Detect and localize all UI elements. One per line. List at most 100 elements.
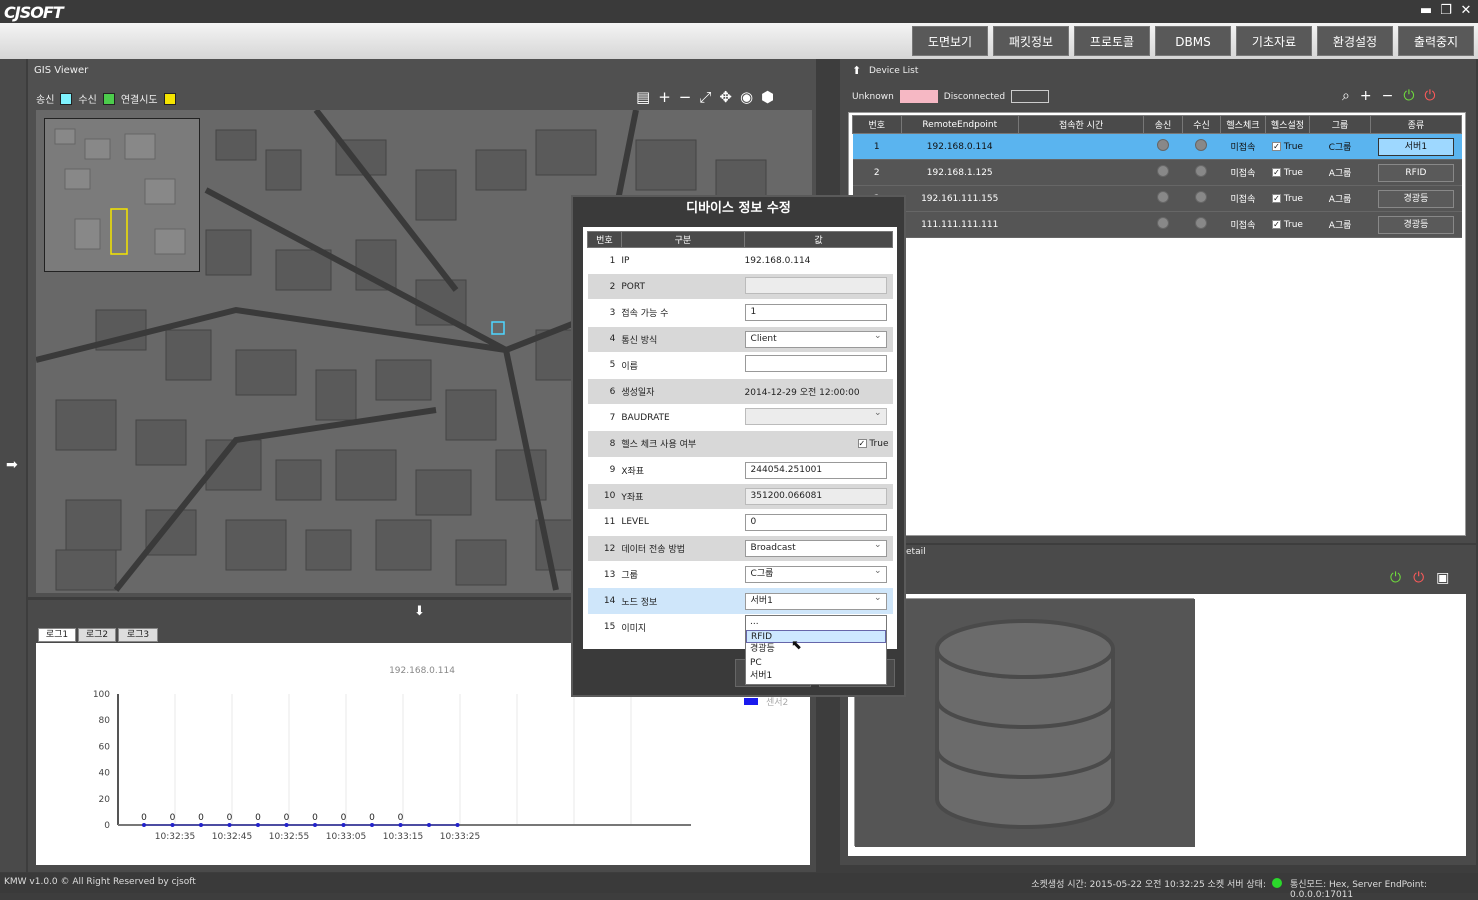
menu-button-drawing[interactable]: 도면보기: [912, 26, 988, 56]
property-input[interactable]: 0: [744, 513, 887, 531]
minimize-button[interactable]: ▬: [1417, 2, 1435, 20]
y-tick-label: 20: [99, 795, 111, 805]
col-healthcheck[interactable]: 헬스체크: [1220, 115, 1266, 134]
tab-log2[interactable]: 로그2: [78, 628, 116, 642]
detail-power-off-icon[interactable]: ⏻: [1413, 570, 1424, 586]
legend-send-label: 송신: [36, 95, 55, 106]
layers-icon[interactable]: ▤: [636, 88, 650, 106]
server-status-indicator: [1272, 878, 1282, 888]
device-row[interactable]: 4111.111.111.111미접속✓ TrueA그룹경광등: [852, 211, 1462, 238]
y-tick-label: 0: [104, 821, 110, 831]
add-device-icon[interactable]: +: [1360, 88, 1372, 104]
panel-down-arrow-icon[interactable]: ⬇: [414, 604, 425, 619]
tab-log1[interactable]: 로그1: [38, 628, 76, 642]
menu-button-basedata[interactable]: 기초자료: [1236, 26, 1312, 56]
legend-connecting-label: 연결시도: [120, 95, 158, 106]
device-group: A그룹: [1309, 159, 1371, 186]
fit-extent-icon[interactable]: ⤢: [699, 88, 711, 106]
receive-status-dot: [1195, 191, 1208, 203]
menu-button-settings[interactable]: 환경설정: [1317, 26, 1393, 56]
send-status-dot: [1157, 139, 1170, 151]
property-input[interactable]: 244054.251001: [744, 461, 887, 479]
menu-button-dbms[interactable]: DBMS: [1155, 26, 1231, 56]
search-icon[interactable]: ⌕: [1342, 88, 1350, 104]
health-checkbox[interactable]: ✓: [1271, 141, 1281, 151]
property-dropdown[interactable]: C그룹: [744, 564, 887, 584]
kind-cell: 경광등: [1370, 211, 1462, 238]
power-off-icon[interactable]: ⏻: [1424, 88, 1435, 104]
receive-cell: [1182, 133, 1221, 160]
health-checkbox[interactable]: ✓: [1271, 193, 1281, 203]
detail-title: etail: [906, 547, 926, 557]
menu-button-protocol[interactable]: 프로토콜: [1074, 26, 1150, 56]
property-name: Y좌표: [621, 483, 745, 510]
device-row[interactable]: 1 192.168.0.114 미접속 ✓ True C그룹 서버1: [852, 133, 1462, 160]
expand-arrow-icon[interactable]: ➡: [6, 457, 18, 473]
close-button[interactable]: ✕: [1457, 2, 1475, 20]
dialog-body: 번호 구분 값 1 IP 192.168.0.114 2 PORT 3 접속 가능 수14통…: [583, 227, 897, 649]
zoom-in-icon[interactable]: +: [658, 88, 671, 106]
dropdown-option[interactable]: ...: [746, 616, 886, 630]
col-kind[interactable]: 종류: [1369, 115, 1463, 134]
col-endpoint[interactable]: RemoteEndpoint: [900, 115, 1019, 134]
device-row[interactable]: 2 192.168.1.125 미접속 ✓ True A그룹 RFID: [852, 159, 1462, 186]
gis-title: GIS Viewer: [34, 65, 89, 76]
legend-receive-swatch: [102, 92, 115, 105]
healthcheck-enable-checkbox[interactable]: ✓: [857, 438, 867, 448]
device-row[interactable]: 3192.161.111.155미접속✓ TrueA그룹경광등: [852, 185, 1462, 212]
col-send[interactable]: 송신: [1143, 115, 1183, 134]
property-dropdown[interactable]: 서버1: [744, 591, 887, 610]
dropdown-option[interactable]: PC: [746, 657, 886, 671]
property-input[interactable]: [744, 355, 887, 373]
dropdown-option[interactable]: RFID: [746, 629, 886, 643]
save-icon[interactable]: ▣: [1436, 570, 1449, 586]
health-checkbox[interactable]: ✓: [1271, 219, 1281, 229]
device-list-up-icon[interactable]: ⬆: [852, 64, 861, 77]
device-kind-button[interactable]: 서버1: [1377, 137, 1454, 156]
power-on-icon[interactable]: ⏻: [1403, 88, 1414, 104]
health-setting-value: True: [1283, 167, 1303, 178]
gis-legend: 송신 수신 연결시도: [36, 91, 176, 106]
property-value-cell: C그룹: [744, 561, 893, 589]
property-value: 192.168.0.114: [744, 255, 811, 266]
overview-minimap[interactable]: [44, 118, 200, 272]
remove-device-icon[interactable]: −: [1382, 88, 1394, 104]
menu-button-packet[interactable]: 패킷정보: [993, 26, 1069, 56]
health-checkbox[interactable]: ✓: [1271, 167, 1281, 177]
property-dropdown[interactable]: Broadcast: [744, 538, 887, 558]
maximize-button[interactable]: ❐: [1437, 2, 1455, 20]
data-label: 0: [341, 813, 347, 823]
col-time[interactable]: 접속한 시간: [1017, 115, 1145, 134]
device-kind-button[interactable]: RFID: [1377, 163, 1454, 182]
tab-log3[interactable]: 로그3: [118, 628, 158, 642]
dialog-title: 디바이스 정보 수정: [686, 201, 791, 216]
property-no: 2: [587, 273, 622, 301]
col-receive[interactable]: 수신: [1181, 115, 1222, 134]
dropdown-option[interactable]: 서버1: [746, 670, 886, 684]
col-group[interactable]: 그룹: [1309, 115, 1371, 134]
property-name: IP: [621, 247, 745, 275]
property-row: 3 접속 가능 수1: [587, 299, 893, 327]
target-icon[interactable]: ◉: [740, 88, 753, 106]
dropdown-option[interactable]: 경광등: [746, 643, 886, 657]
col-no[interactable]: 번호: [852, 115, 902, 134]
status-socket-info: 소켓생성 시간: 2015-05-22 오전 10:32:25 소켓 서버 상태…: [1031, 880, 1266, 890]
device-kind-button[interactable]: 경광등: [1377, 215, 1454, 234]
pan-icon[interactable]: ✥: [719, 88, 732, 106]
property-dropdown[interactable]: Client: [744, 329, 887, 348]
property-value-cell: Client: [744, 326, 893, 353]
menu-button-stop-output[interactable]: 출력중지: [1398, 26, 1474, 56]
property-row: 6 생성일자 2014-12-29 오전 12:00:00: [587, 378, 893, 406]
3d-cube-icon[interactable]: ⬢: [761, 88, 774, 106]
zoom-out-icon[interactable]: −: [679, 88, 692, 106]
device-endpoint: 192.161.111.155: [901, 185, 1019, 212]
property-value-cell: 1: [744, 299, 893, 327]
property-value-cell: [744, 273, 893, 301]
col-healthsetting[interactable]: 헬스설정: [1264, 115, 1311, 134]
device-kind-button[interactable]: 경광등: [1377, 189, 1454, 208]
node-info-dropdown-list[interactable]: ... RFID 경광등 PC 서버1: [745, 615, 887, 685]
property-input[interactable]: 1: [744, 304, 887, 322]
device-no: 1: [852, 133, 902, 160]
detail-power-on-icon[interactable]: ⏻: [1390, 570, 1401, 586]
col-prop-name: 구분: [620, 231, 746, 248]
